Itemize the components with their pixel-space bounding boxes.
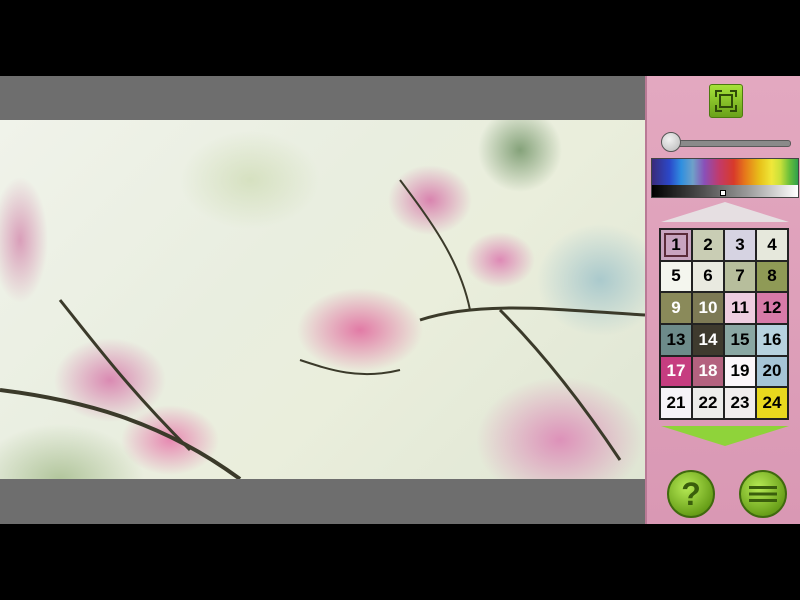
palette-swatch[interactable]: 18 bbox=[693, 356, 723, 387]
painting-canvas[interactable] bbox=[0, 120, 645, 479]
blossom-branches bbox=[0, 179, 645, 479]
brush-size-slider[interactable] bbox=[661, 132, 791, 154]
slider-thumb[interactable] bbox=[661, 132, 681, 152]
palette-swatch[interactable]: 10 bbox=[693, 293, 723, 323]
palette-swatch[interactable]: 16 bbox=[757, 324, 787, 355]
palette-scroll-down-button[interactable] bbox=[661, 426, 789, 446]
palette-swatch[interactable]: 8 bbox=[757, 261, 787, 292]
palette-swatch[interactable]: 19 bbox=[725, 356, 755, 387]
palette-swatch[interactable]: 3 bbox=[725, 230, 755, 260]
palette-scroll-up-button[interactable] bbox=[661, 202, 789, 222]
palette-swatch[interactable]: 22 bbox=[693, 388, 723, 418]
question-mark-icon: ? bbox=[681, 475, 701, 512]
palette-swatch[interactable]: 11 bbox=[725, 293, 755, 323]
palette-swatch[interactable]: 4 bbox=[757, 230, 787, 260]
palette-swatch[interactable]: 15 bbox=[725, 324, 755, 355]
palette-swatch[interactable]: 17 bbox=[661, 356, 691, 387]
palette-swatch[interactable]: 21 bbox=[661, 388, 691, 418]
palette-swatch[interactable]: 24 bbox=[757, 388, 787, 418]
palette-swatch[interactable]: 13 bbox=[661, 324, 691, 355]
palette-swatch[interactable]: 6 bbox=[693, 261, 723, 292]
hamburger-menu-icon bbox=[749, 486, 777, 502]
color-picker-marker bbox=[720, 190, 726, 196]
tool-panel: 1 2 3 4 5 6 7 8 9 10 11 12 13 14 15 16 17 18 19 20 21 22 23 24 … bbox=[645, 76, 800, 524]
zoom-fit-button[interactable] bbox=[709, 84, 743, 118]
palette-swatch[interactable]: 5 bbox=[661, 261, 691, 292]
palette-swatch[interactable]: 7 bbox=[725, 261, 755, 292]
palette-swatch[interactable]: 12 bbox=[757, 293, 787, 323]
canvas-area bbox=[0, 76, 645, 524]
color-number-palette: 1 2 3 4 5 6 7 8 9 10 11 12 13 14 15 16 17 18 19 20 21 22 23 24 bbox=[659, 228, 789, 420]
slider-track[interactable] bbox=[665, 140, 791, 147]
help-button[interactable]: ? bbox=[667, 470, 715, 518]
color-spectrum-picker[interactable] bbox=[651, 158, 799, 198]
palette-swatch[interactable]: 23 bbox=[725, 388, 755, 418]
palette-swatch[interactable]: 20 bbox=[757, 356, 787, 387]
menu-button[interactable] bbox=[739, 470, 787, 518]
palette-swatch[interactable]: 9 bbox=[661, 293, 691, 323]
palette-swatch[interactable]: 2 bbox=[693, 230, 723, 260]
palette-swatch[interactable]: 14 bbox=[693, 324, 723, 355]
palette-swatch[interactable]: 1 bbox=[661, 230, 691, 260]
fit-to-screen-icon bbox=[715, 90, 737, 112]
